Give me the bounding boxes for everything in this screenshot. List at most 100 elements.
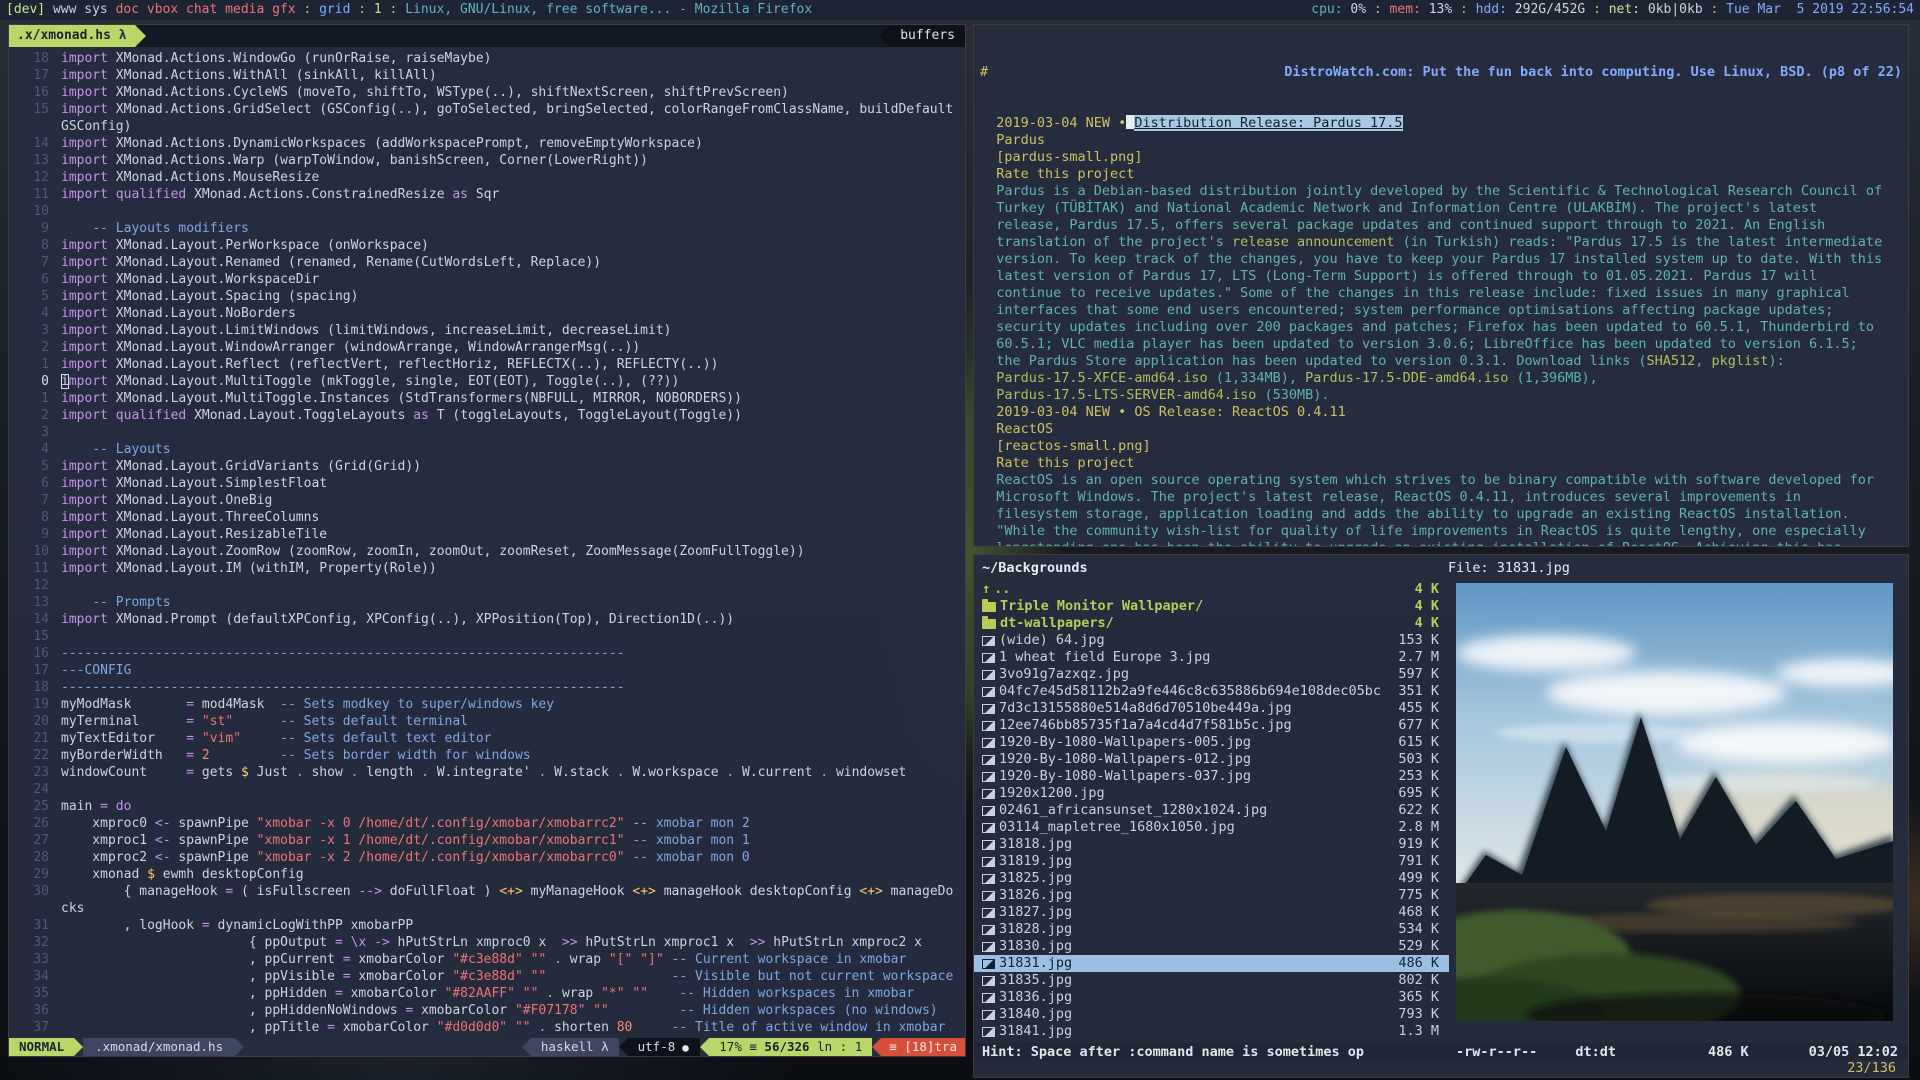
file-row[interactable]: 31841.jpg1.3 M — [974, 1023, 1449, 1040]
page-line: Rate this project — [980, 455, 1902, 472]
file-row[interactable]: 03114_mapletree_1680x1050.jpg2.8 M — [974, 819, 1449, 836]
file-manager-window[interactable]: ~/Backgrounds File: 31831.jpg ↑..4 KTrip… — [973, 554, 1909, 1078]
file-manager-commandline[interactable]: 23/136 — [974, 1060, 1908, 1077]
file-row[interactable]: 31840.jpg793 K — [974, 1006, 1449, 1023]
xmobar-workspaces[interactable]: [dev] www sys doc vbox chat media gfx : … — [0, 0, 812, 20]
xmobar-segment: 13% — [1429, 0, 1452, 20]
code-line: 5import XMonad.Layout.Spacing (spacing) — [9, 288, 965, 305]
file-row[interactable]: 1920-By-1080-Wallpapers-012.jpg503 K — [974, 751, 1449, 768]
code-line: 12import XMonad.Actions.MouseResize — [9, 169, 965, 186]
xmobar-segment: 0kb|0kb — [1648, 0, 1703, 20]
hint-text: Hint: Space after :command name is somet… — [974, 1044, 1364, 1060]
code-line: 30 { manageHook = ( isFullscreen --> doF… — [9, 883, 965, 900]
page-text: (1,334MB), — [1208, 370, 1306, 386]
hyperlink[interactable]: release announcement — [1232, 234, 1395, 250]
page-text: [reactos-small.png] — [980, 438, 1151, 454]
file-row[interactable]: 12ee746bb85735f1a7a4cd4d7f581b5c.jpg677 … — [974, 717, 1449, 734]
file-row[interactable]: 1 wheat field Europe 3.jpg2.7 M — [974, 649, 1449, 666]
image-file-icon — [982, 687, 995, 697]
file-row[interactable]: 31818.jpg919 K — [974, 836, 1449, 853]
file-row[interactable]: 3vo91g7azxqz.jpg597 K — [974, 666, 1449, 683]
vim-window[interactable]: .x/xmonad.hs λ buffers 18import XMonad.A… — [8, 24, 966, 1057]
code-line: 17---CONFIG — [9, 662, 965, 679]
file-owner: dt:dt — [1575, 1044, 1616, 1060]
file-row[interactable]: 31830.jpg529 K — [974, 938, 1449, 955]
vim-buffers-label[interactable]: buffers — [890, 25, 965, 47]
file-row[interactable]: 31828.jpg534 K — [974, 921, 1449, 938]
code-line: 2import qualified XMonad.Layout.ToggleLa… — [9, 407, 965, 424]
page-text: latest version of Pardus 17, LTS (Long-T… — [980, 268, 1817, 284]
file-row[interactable]: 31835.jpg802 K — [974, 972, 1449, 989]
hyperlink[interactable]: Distribution Release: Pardus 17.5 — [1134, 115, 1402, 131]
file-row[interactable]: 31819.jpg791 K — [974, 853, 1449, 870]
code-line: 15import XMonad.Actions.GridSelect (GSCo… — [9, 101, 965, 118]
lynx-page: # DistroWatch.com: Put the fun back into… — [974, 25, 1908, 547]
page-line: 60.5.1; VLC media player has been update… — [980, 336, 1902, 353]
vim-code-area[interactable]: 18import XMonad.Actions.WindowGo (runOrR… — [9, 47, 965, 1036]
hyperlink[interactable]: Pardus-17.5-DDE-amd64.iso — [1305, 370, 1508, 386]
image-file-icon — [982, 670, 995, 680]
image-file-icon — [982, 823, 995, 833]
code-line: 33 , ppCurrent = xmobarColor "#c3e88d" "… — [9, 951, 965, 968]
page-line: ReactOS is an open source operating syst… — [980, 472, 1902, 489]
code-line: 20myTerminal = "st" -- Sets default term… — [9, 713, 965, 730]
list-position-indicator: 23/136 — [1847, 1060, 1896, 1077]
file-row[interactable]: 7d3c13155880e514a8d6d70510be449a.jpg455 … — [974, 700, 1449, 717]
code-line: 18--------------------------------------… — [9, 679, 965, 696]
workspaces-visible[interactable]: www sys — [45, 0, 115, 20]
file-row[interactable]: 31826.jpg775 K — [974, 887, 1449, 904]
lynx-page-title: DistroWatch.com: Put the fun back into c… — [1284, 64, 1902, 81]
page-text: Pardus — [980, 132, 1045, 148]
file-list[interactable]: ↑..4 KTriple Monitor Wallpaper/4 Kdt-wal… — [974, 581, 1449, 1040]
code-line: 9import XMonad.Layout.ResizableTile — [9, 526, 965, 543]
hyperlink[interactable]: pkglist — [1712, 353, 1769, 369]
page-text: (530MB). — [1256, 387, 1329, 403]
image-file-icon — [982, 653, 995, 663]
powerline-arrow-icon — [872, 1038, 881, 1056]
file-row[interactable]: 02461_africansunset_1280x1024.jpg622 K — [974, 802, 1449, 819]
file-row[interactable]: 31825.jpg499 K — [974, 870, 1449, 887]
file-row[interactable]: Triple Monitor Wallpaper/4 K — [974, 598, 1449, 615]
page-text: Pardus is a Debian-based distribution jo… — [980, 183, 1882, 199]
file-row[interactable]: (wide) 64.jpg153 K — [974, 632, 1449, 649]
file-row[interactable]: dt-wallpapers/4 K — [974, 615, 1449, 632]
hyperlink[interactable]: Pardus-17.5-XFCE-amd64.iso — [980, 370, 1208, 386]
page-line: translation of the project's release ann… — [980, 234, 1902, 251]
file-row[interactable]: 31836.jpg365 K — [974, 989, 1449, 1006]
code-line: 10import XMonad.Layout.ZoomRow (zoomRow,… — [9, 543, 965, 560]
workspace-current[interactable]: [dev] — [6, 0, 45, 20]
image-file-icon — [982, 993, 995, 1003]
preview-image — [1456, 583, 1893, 1021]
page-text: interfaces that some end users encounter… — [980, 302, 1833, 318]
file-row[interactable]: 31827.jpg468 K — [974, 904, 1449, 921]
page-text: the Pardus Store application has been up… — [980, 353, 1646, 369]
vim-filetype: haskell λ — [531, 1038, 619, 1056]
xmobar-segment: : — [382, 0, 405, 20]
lynx-browser-window[interactable]: # DistroWatch.com: Put the fun back into… — [973, 24, 1909, 547]
file-row[interactable]: ↑..4 K — [974, 581, 1449, 598]
hyperlink[interactable]: SHA512 — [1646, 353, 1695, 369]
vim-tab-xmonad-hs[interactable]: .x/xmonad.hs λ — [9, 25, 135, 47]
code-line: 6import XMonad.Layout.SimplestFloat — [9, 475, 965, 492]
vim-statusline: NORMAL .xmonad/xmonad.hs haskell λ utf-8… — [9, 1038, 965, 1056]
code-line: 11import XMonad.Layout.IM (withIM, Prope… — [9, 560, 965, 577]
file-row[interactable]: 1920x1200.jpg695 K — [974, 785, 1449, 802]
page-text: ReactOS is an open source operating syst… — [980, 472, 1874, 488]
page-text: version. To keep track of the changes, y… — [980, 251, 1882, 267]
workspaces-hidden[interactable]: doc vbox chat media gfx — [116, 0, 296, 20]
file-row[interactable]: 31831.jpg486 K — [974, 955, 1449, 972]
file-row[interactable]: 04fc7e45d58112b2a9fe446c8c635886b694e108… — [974, 683, 1449, 700]
window-count: 1 — [374, 0, 382, 20]
code-line: 13import XMonad.Actions.Warp (warpToWind… — [9, 152, 965, 169]
file-row[interactable]: 1920-By-1080-Wallpapers-037.jpg253 K — [974, 768, 1449, 785]
code-line: 35 , ppHidden = xmobarColor "#82AAFF" ""… — [9, 985, 965, 1002]
image-file-icon — [982, 721, 995, 731]
file-row[interactable]: 1920-By-1080-Wallpapers-005.jpg615 K — [974, 734, 1449, 751]
page-line: ReactOS — [980, 421, 1902, 438]
hyperlink[interactable]: Pardus-17.5-LTS-SERVER-amd64.iso — [980, 387, 1256, 403]
vim-cursor-position: 17% ≡ 56/326 ln : 1 — [709, 1038, 872, 1056]
file-date: 03/05 12:02 — [1809, 1044, 1898, 1060]
clock: Tue Mar 5 2019 22:56:54 — [1726, 0, 1914, 20]
code-line: 0import XMonad.Layout.MultiToggle (mkTog… — [9, 373, 965, 390]
code-line: 8import XMonad.Layout.PerWorkspace (onWo… — [9, 237, 965, 254]
